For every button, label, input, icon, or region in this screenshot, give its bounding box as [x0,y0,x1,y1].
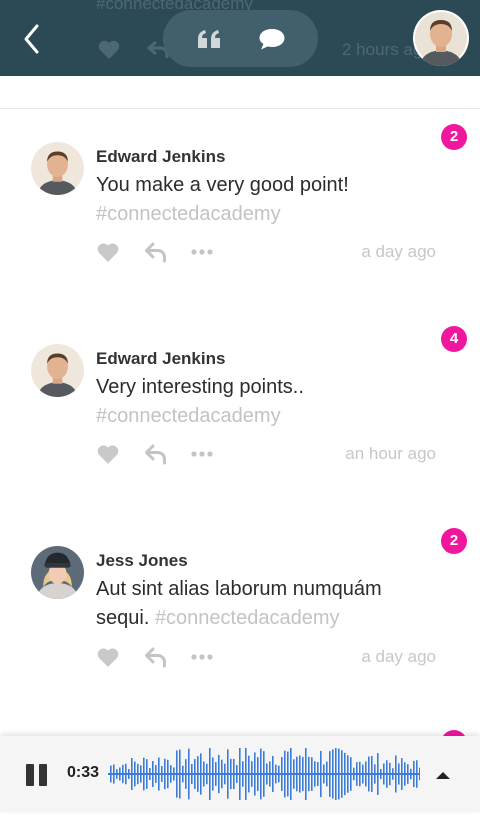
quote-icon [198,30,220,48]
male-avatar-image [31,142,84,195]
author-name: Edward Jenkins [96,147,226,166]
comment-message: You make a very good point! [96,174,349,196]
pause-button[interactable] [26,764,48,786]
hashtag-link[interactable]: #connectedacademy [155,607,340,629]
avatar[interactable] [31,546,84,599]
pause-icon-bar [39,764,47,786]
reply-button[interactable] [144,442,168,466]
chevron-left-icon [24,24,39,54]
reply-count-badge[interactable]: 4 [441,326,467,352]
hashtag-link[interactable]: #connectedacademy [96,203,281,225]
elapsed-time: 0:33 [67,764,100,781]
comment-text: You make a very good point! #connectedaca… [96,171,416,229]
audio-waveform[interactable] [108,748,420,800]
reply-icon [145,647,166,668]
back-button[interactable] [18,22,48,56]
female-avatar-image [31,546,84,599]
comment-actions: an hour ago [96,442,436,466]
pause-icon [26,764,34,786]
heart-icon [97,243,119,262]
reply-count-badge[interactable]: 2 [441,528,467,554]
quotes-tab[interactable] [192,22,226,56]
comment-actions: a day ago [96,240,436,264]
more-button[interactable] [191,645,213,669]
more-button[interactable] [191,442,213,466]
reply-button[interactable] [144,240,168,264]
avatar[interactable] [31,344,84,397]
audio-player: 0:33 [0,736,480,812]
timestamp: an hour ago [345,444,436,463]
more-dots-icon [191,249,213,255]
reply-icon [145,444,166,465]
author-name: Jess Jones [96,551,188,570]
male-avatar-image [31,344,84,397]
view-toggle [163,10,318,67]
more-button[interactable] [191,240,213,264]
like-button[interactable] [96,645,120,669]
discussion-tab[interactable] [255,22,289,56]
user-avatar[interactable] [413,10,469,66]
more-dots-icon [191,451,213,457]
comment-actions: a day ago [96,645,436,669]
timestamp: a day ago [361,647,436,666]
reply-button[interactable] [144,645,168,669]
more-dots-icon [191,654,213,660]
caret-up-icon [436,772,450,779]
avatar[interactable] [31,142,84,195]
comment-text: Aut sint alias laborum numquám sequi. #c… [96,575,416,633]
top-bar: #connectedacademy 2 hours ago [0,0,480,76]
comment-message: Very interesting points.. [96,376,304,398]
reply-count-badge[interactable]: 2 [441,124,467,150]
comment-card[interactable]: 2 Jess Jones Aut sint alias laborum numq… [0,513,480,717]
chat-bubble-icon [259,29,285,50]
expand-player-button[interactable] [434,768,452,780]
like-button[interactable] [96,442,120,466]
timestamp: a day ago [361,242,436,261]
male-avatar-image [415,12,467,66]
reply-icon [145,242,166,263]
like-button[interactable] [96,240,120,264]
heart-icon [97,445,119,464]
hashtag-link[interactable]: #connectedacademy [96,405,281,427]
author-name: Edward Jenkins [96,349,226,368]
scrolled-heart-icon [98,40,120,59]
comment-card[interactable]: 2 Edward Jenkins You make a very good po… [0,109,480,313]
waveform-baseline [108,773,420,775]
comment-card[interactable]: 4 Edward Jenkins Very interesting points… [0,311,480,515]
comment-text: Very interesting points.. #connectedacade… [96,373,416,431]
heart-icon [97,648,119,667]
